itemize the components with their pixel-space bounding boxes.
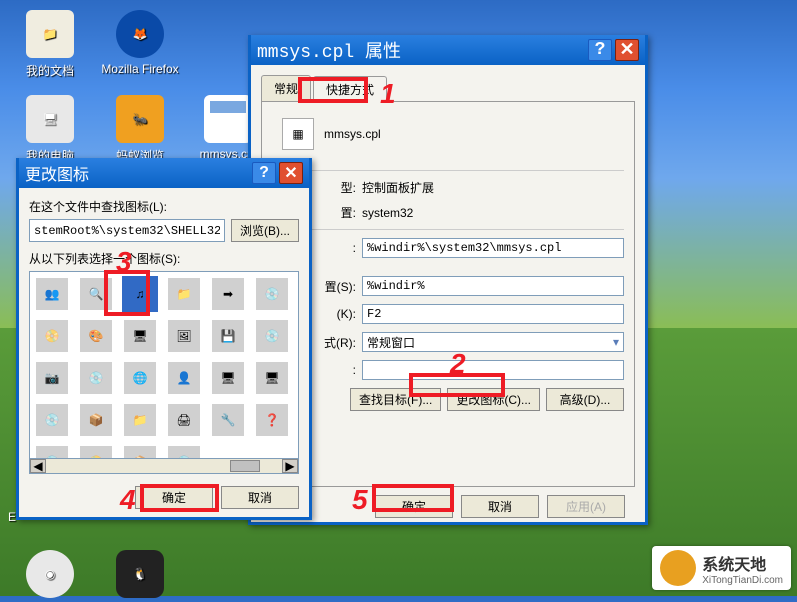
annotation-number-3: 3 [116,246,132,278]
icon-option-search[interactable]: 🔍 [80,278,112,310]
icon-option-cdrom[interactable]: 💿 [256,278,288,310]
watermark-logo-icon [660,550,696,586]
icon-option-printer[interactable]: 🖨 [168,404,200,436]
scroll-thumb[interactable] [230,460,260,472]
scroll-left-icon[interactable]: ◀ [30,459,46,473]
advanced-button[interactable]: 高级(D)... [546,388,624,411]
icon-list[interactable]: 👥 🔍 ♫ 📁 ➡ 💿 📀 🎨 🖥 🖼 💾 💿 📷 💿 🌐 👤 🖥 🖥 💿 📦 … [29,271,299,459]
window-title: 更改图标 [25,161,249,185]
icon-option-camera[interactable]: 📷 [36,362,68,394]
run-combo[interactable]: 常规窗口 ▾ [362,332,624,352]
change-icon-dialog: 更改图标 ? ✕ 在这个文件中查找图标(L): 浏览(B)... 从以下列表选择… [16,158,312,520]
path-field[interactable] [29,219,225,242]
media-icon: ◉ [26,550,74,598]
icon-option-help[interactable]: ❓ [256,404,288,436]
filename-text: mmsys.cpl [324,127,381,141]
icon-option-box[interactable]: 📦 [80,404,112,436]
shortcutkey-field[interactable] [362,304,624,324]
list-label: 从以下列表选择一个图标(S): [29,250,299,267]
desktop-icon-app1[interactable]: ◉ [10,550,90,602]
help-button[interactable]: ? [252,162,276,184]
comment-field[interactable] [362,360,624,380]
icon-option-display[interactable]: 🖥 [124,320,156,352]
desktop-icon-firefox[interactable]: 🦊Mozilla Firefox [100,10,180,76]
icon-option-users[interactable]: 👥 [36,278,68,310]
icon-option-drive[interactable]: 💾 [212,320,244,352]
folder-icon: 📁 [26,10,74,58]
penguin-icon: 🐧 [116,550,164,598]
icon-option-cdr[interactable]: 💿 [256,320,288,352]
file-icon: ▦ [282,118,314,150]
icon-scrollbar[interactable]: ◀ ▶ [29,458,299,474]
scroll-right-icon[interactable]: ▶ [282,459,298,473]
annotation-number-1: 1 [380,78,396,110]
change-icon-button[interactable]: 更改图标(C)... [447,388,540,411]
desktop-icon-mydocs[interactable]: 📁我的文档 [10,10,90,79]
target-field[interactable] [362,238,624,258]
icon-option-folder2[interactable]: 📁 [124,404,156,436]
icon-option-arrow[interactable]: ➡ [212,278,244,310]
tab-general[interactable]: 常规 [261,75,311,101]
find-target-button[interactable]: 查找目标(F)... [350,388,441,411]
props-ok-button[interactable]: 确定 [375,495,453,518]
chicon-cancel-button[interactable]: 取消 [221,486,299,509]
annotation-number-2: 2 [450,348,466,380]
close-button[interactable]: ✕ [279,162,303,184]
icon-option-disc2[interactable]: 💿 [36,404,68,436]
startin-field[interactable] [362,276,624,296]
type-value: 控制面板扩展 [362,179,624,196]
desktop-icon-qq[interactable]: 🐧 [100,550,180,602]
help-button[interactable]: ? [588,39,612,61]
annotation-number-5: 5 [352,484,368,516]
close-button[interactable]: ✕ [615,39,639,61]
icon-option-tools[interactable]: 🔧 [212,404,244,436]
icon-option-screen[interactable]: 🖥 [212,362,244,394]
titlebar[interactable]: 更改图标 ? ✕ [19,158,309,188]
watermark: 系统天地 XiTongTianDi.com [652,546,791,590]
icon-option-disc[interactable]: 💿 [80,362,112,394]
icon-option-network[interactable]: 🖥 [256,362,288,394]
icon-option-globe[interactable]: 🌐 [124,362,156,394]
icon-option-folder[interactable]: 📁 [168,278,200,310]
chevron-down-icon: ▾ [613,335,619,350]
annotation-number-4: 4 [120,484,136,516]
icon-option-photo[interactable]: 🖼 [168,320,200,352]
icon-option-paint[interactable]: 🎨 [80,320,112,352]
partial-label: E [8,510,16,524]
browse-button[interactable]: 浏览(B)... [231,219,299,242]
computer-icon: 🖥 [26,95,74,143]
window-title: mmsys.cpl 属性 [257,37,585,63]
desktop-icon-antbrowser[interactable]: 🐜蚂蚁浏览 [100,95,180,164]
titlebar[interactable]: mmsys.cpl 属性 ? ✕ [251,35,645,65]
path-label: 在这个文件中查找图标(L): [29,198,299,215]
watermark-name: 系统天地 [702,551,783,575]
props-cancel-button[interactable]: 取消 [461,495,539,518]
icon-option-music[interactable]: ♫ [124,278,156,310]
location-value: system32 [362,206,624,220]
tab-shortcut[interactable]: 快捷方式 [313,76,387,102]
icon-option-user[interactable]: 👤 [168,362,200,394]
firefox-icon: 🦊 [116,10,164,58]
watermark-url: XiTongTianDi.com [702,575,783,586]
shortcut-icon [204,95,252,143]
props-apply-button: 应用(A) [547,495,625,518]
icon-option-dvdr[interactable]: 📀 [36,320,68,352]
chicon-ok-button[interactable]: 确定 [135,486,213,509]
ant-icon: 🐜 [116,95,164,143]
desktop-icon-mycomputer[interactable]: 🖥我的电脑 [10,95,90,164]
